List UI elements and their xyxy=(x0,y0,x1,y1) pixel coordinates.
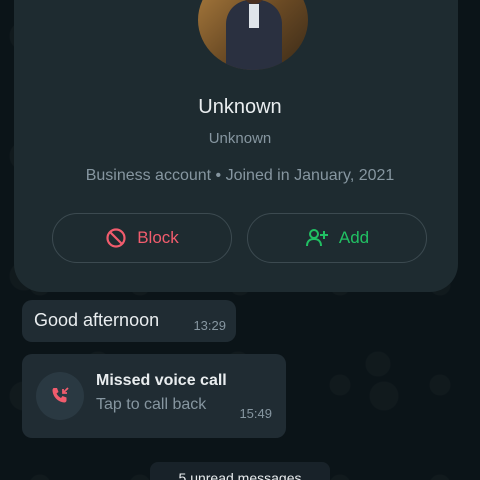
call-back-hint: Tap to call back xyxy=(96,396,207,413)
message-time: 13:29 xyxy=(193,318,226,333)
add-contact-button[interactable]: Add xyxy=(247,213,427,263)
unread-messages-banner: 5 unread messages xyxy=(150,462,330,480)
message-text: Good afternoon xyxy=(34,310,160,330)
business-account-info: Business account • Joined in January, 20… xyxy=(85,167,395,184)
contact-name: Unknown xyxy=(198,96,282,118)
missed-call-bubble[interactable]: Missed voice call Tap to call back 15:49 xyxy=(22,354,286,438)
message-bubble[interactable]: Good afternoon 13:29 xyxy=(22,300,236,342)
block-icon xyxy=(105,227,127,249)
avatar[interactable] xyxy=(198,0,308,70)
block-label: Block xyxy=(137,228,179,247)
missed-call-icon xyxy=(36,372,84,420)
call-time: 15:49 xyxy=(239,406,272,421)
block-button[interactable]: Block xyxy=(52,213,232,263)
add-label: Add xyxy=(338,228,370,247)
contact-subname: Unknown xyxy=(208,130,272,147)
avatar-person-shirt xyxy=(249,4,259,28)
missed-call-title: Missed voice call xyxy=(96,372,227,389)
add-contact-icon xyxy=(305,227,329,249)
